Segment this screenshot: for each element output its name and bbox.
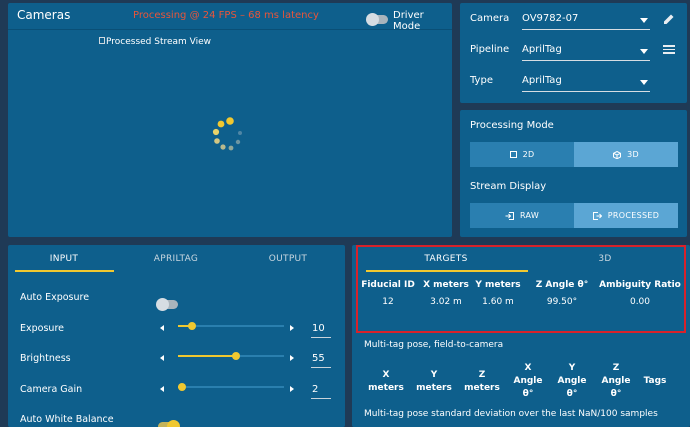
decrement-icon[interactable] — [160, 355, 164, 361]
camera-select[interactable]: OV9782-07 — [522, 9, 650, 30]
camera-gain-label: Camera Gain — [20, 384, 83, 395]
status-text: Processing @ 24 FPS – 68 ms latency — [133, 10, 319, 21]
target-x-meters: 3.02 m — [430, 297, 462, 307]
auto-white-balance-toggle[interactable] — [158, 416, 180, 427]
targets-panel: TARGETS 3D Fiducial ID X meters Y meters… — [352, 245, 690, 427]
multitag-header-x: Xmeters — [368, 370, 404, 393]
camera-gain-slider-knob[interactable] — [178, 383, 186, 391]
cube-icon — [613, 150, 622, 159]
tab-targets-underline — [366, 270, 528, 272]
stddev-label: Multi-tag pose standard deviation over t… — [364, 409, 658, 419]
chevron-down-icon — [640, 49, 648, 54]
mode-3d-button[interactable]: 3D — [574, 142, 678, 167]
multitag-header-y-angle: Y Angle θ° — [557, 363, 587, 399]
pipeline-select-value: AprilTag — [522, 44, 562, 55]
tab-input[interactable]: INPUT — [8, 254, 120, 264]
exposure-slider-knob[interactable] — [188, 322, 196, 330]
driver-mode-toggle[interactable] — [366, 9, 388, 28]
raw-button[interactable]: RAW — [470, 203, 574, 228]
multitag-header-tags: Tags — [643, 376, 667, 386]
login-icon — [505, 211, 514, 220]
exposure-label: Exposure — [20, 323, 64, 334]
header-y-meters: Y meters — [475, 280, 521, 290]
target-ambiguity-ratio: 0.00 — [629, 297, 651, 307]
multitag-header-x-angle: X Angle θ° — [513, 363, 543, 399]
menu-icon[interactable] — [663, 45, 675, 54]
logout-icon — [592, 211, 602, 220]
camera-gain-value[interactable]: 2 — [312, 384, 332, 395]
cameras-title: Cameras — [17, 8, 71, 22]
brightness-slider-knob[interactable] — [232, 352, 240, 360]
auto-exposure-label: Auto Exposure — [20, 292, 90, 303]
brightness-slider-fill — [178, 355, 236, 357]
tab-3d[interactable]: 3D — [528, 254, 682, 264]
header-ambiguity-ratio: Ambiguity Ratio — [599, 280, 681, 290]
multitag-header-z-angle: Z Angle θ° — [601, 363, 631, 399]
brightness-slider[interactable] — [178, 348, 284, 364]
auto-white-balance-label: Auto White Balance — [20, 414, 114, 425]
processing-mode-label: Processing Mode — [470, 120, 554, 131]
settings-panel: INPUT APRILTAG OUTPUT Auto Exposure Expo… — [8, 245, 345, 427]
square-icon — [509, 151, 517, 158]
processed-button[interactable]: PROCESSED — [574, 203, 678, 228]
header-z-angle: Z Angle θ° — [535, 280, 589, 290]
cameras-panel: Cameras Processing @ 24 FPS – 68 ms late… — [8, 3, 452, 237]
brightness-value[interactable]: 55 — [312, 353, 332, 364]
chevron-down-icon — [640, 18, 648, 23]
edit-pencil-icon[interactable] — [663, 13, 675, 25]
type-select[interactable]: AprilTag — [522, 71, 650, 92]
decrement-icon[interactable] — [160, 325, 164, 331]
exposure-slider[interactable] — [178, 318, 284, 334]
mode-panel: Processing Mode 2D 3D Stream Display RAW… — [460, 110, 687, 237]
target-y-meters: 1.60 m — [482, 297, 514, 307]
tab-apriltag[interactable]: APRILTAG — [120, 254, 232, 264]
brightness-label: Brightness — [20, 353, 71, 364]
multitag-label: Multi-tag pose, field-to-camera — [364, 340, 504, 350]
pipeline-label: Pipeline — [470, 44, 510, 55]
pipeline-select[interactable]: AprilTag — [522, 40, 650, 61]
camera-config-panel: Camera OV9782-07 Pipeline AprilTag Type … — [460, 3, 687, 103]
camera-gain-slider[interactable] — [178, 379, 284, 395]
mode-2d-button[interactable]: 2D — [470, 142, 574, 167]
header-x-meters: X meters — [423, 280, 469, 290]
camera-select-value: OV9782-07 — [522, 13, 579, 24]
tab-input-underline — [15, 270, 114, 272]
increment-icon[interactable] — [290, 386, 294, 392]
type-select-value: AprilTag — [522, 75, 562, 86]
exposure-value[interactable]: 10 — [312, 323, 332, 334]
increment-icon[interactable] — [290, 355, 294, 361]
header-fiducial-id: Fiducial ID — [361, 280, 415, 290]
stream-display-label: Stream Display — [470, 181, 547, 192]
tab-output[interactable]: OUTPUT — [232, 254, 344, 264]
broken-image-icon — [99, 37, 105, 44]
stream-view: Processed Stream View — [8, 29, 452, 237]
chevron-down-icon — [640, 80, 648, 85]
tab-targets[interactable]: TARGETS — [366, 254, 526, 264]
multitag-header-z: Zmeters — [464, 370, 500, 393]
increment-icon[interactable] — [290, 325, 294, 331]
multitag-header-y: Ymeters — [416, 370, 452, 393]
stream-alt-text: Processed Stream View — [106, 37, 212, 47]
loading-spinner-icon — [212, 117, 242, 151]
target-z-angle: 99.50° — [546, 297, 578, 307]
auto-exposure-toggle[interactable] — [156, 294, 178, 313]
type-label: Type — [470, 75, 493, 86]
decrement-icon[interactable] — [160, 386, 164, 392]
camera-label: Camera — [470, 13, 510, 24]
target-fiducial-id: 12 — [382, 297, 394, 307]
